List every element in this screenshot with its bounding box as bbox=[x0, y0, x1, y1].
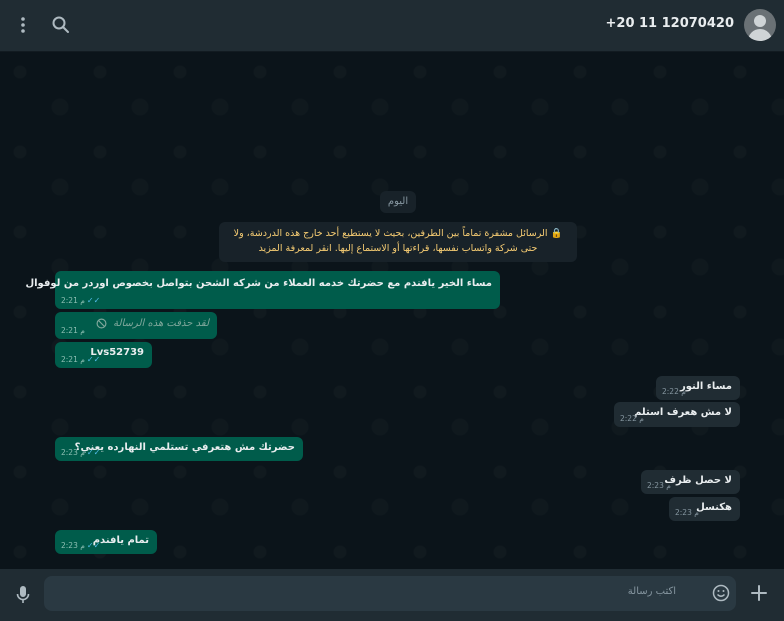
message-input-placeholder: اكتب رسالة bbox=[627, 586, 676, 597]
read-tick-icon: ✓✓ bbox=[86, 296, 101, 305]
read-tick-icon: ✓✓ bbox=[86, 541, 101, 550]
chat-area: اليوم 🔒 الرسائل مشفرة تماماً بين الطرفين… bbox=[0, 52, 784, 569]
message-meta: 2:21 م bbox=[61, 326, 85, 335]
message-bubble[interactable]: لا مش هعرف استلم 2:22 م bbox=[614, 402, 740, 427]
message-meta: 2:21 م ✓✓ bbox=[61, 355, 101, 364]
mic-icon[interactable] bbox=[15, 585, 31, 605]
composer-bar: اكتب رسالة bbox=[0, 569, 784, 621]
deleted-icon bbox=[96, 318, 107, 329]
message-bubble[interactable]: Lvs52739 2:21 م ✓✓ bbox=[55, 342, 152, 368]
message-text: حضرتك مش هتعرفي تستلمي النهارده يعني؟ bbox=[74, 442, 295, 453]
emoji-icon[interactable] bbox=[712, 584, 730, 602]
search-icon[interactable] bbox=[50, 14, 72, 36]
read-tick-icon: ✓✓ bbox=[86, 448, 101, 457]
message-text: لقد حذفت هذه الرسالة bbox=[96, 318, 209, 329]
message-text: لا مش هعرف استلم bbox=[634, 407, 732, 418]
message-text: مساء النور bbox=[679, 381, 732, 392]
message-bubble[interactable]: حضرتك مش هتعرفي تستلمي النهارده يعني؟ 2:… bbox=[55, 437, 303, 461]
plus-icon[interactable] bbox=[750, 584, 768, 602]
message-meta: 2:22 م bbox=[662, 387, 686, 396]
message-bubble[interactable]: مساء الخير يافندم مع حضرتك خدمه العملاء … bbox=[25, 271, 500, 309]
message-meta: 2:22 م bbox=[620, 414, 644, 423]
message-bubble[interactable]: لا حصل ظرف 2:23 م bbox=[641, 470, 740, 494]
avatar[interactable] bbox=[744, 9, 776, 41]
read-tick-icon: ✓✓ bbox=[86, 355, 101, 364]
message-text: مساء الخير يافندم مع حضرتك خدمه العملاء … bbox=[25, 278, 492, 289]
message-meta: 2:23 م ✓✓ bbox=[61, 448, 101, 457]
message-input[interactable]: اكتب رسالة bbox=[44, 576, 736, 611]
message-text: لا حصل ظرف bbox=[664, 475, 732, 486]
date-chip: اليوم bbox=[380, 191, 416, 213]
message-meta: 2:21 م ✓✓ bbox=[61, 296, 101, 305]
contact-name[interactable]: +20 11 12070420 bbox=[606, 16, 735, 31]
deleted-message-bubble[interactable]: لقد حذفت هذه الرسالة 2:21 م bbox=[55, 312, 217, 339]
message-meta: 2:23 م bbox=[647, 481, 671, 490]
message-text: تمام يافندم bbox=[92, 535, 149, 546]
message-bubble[interactable]: تمام يافندم 2:23 م ✓✓ bbox=[55, 530, 157, 554]
message-meta: 2:23 م ✓✓ bbox=[61, 541, 101, 550]
message-bubble[interactable]: مساء النور 2:22 م bbox=[656, 376, 740, 400]
menu-icon[interactable] bbox=[12, 14, 34, 36]
message-bubble[interactable]: هكنسل 2:23 م bbox=[669, 497, 740, 521]
chat-header: +20 11 12070420 bbox=[0, 0, 784, 52]
encryption-notice[interactable]: 🔒 الرسائل مشفرة تماماً بين الطرفين، بحيث… bbox=[219, 222, 577, 262]
message-meta: 2:23 م bbox=[675, 508, 699, 517]
message-text: هكنسل bbox=[696, 502, 732, 513]
